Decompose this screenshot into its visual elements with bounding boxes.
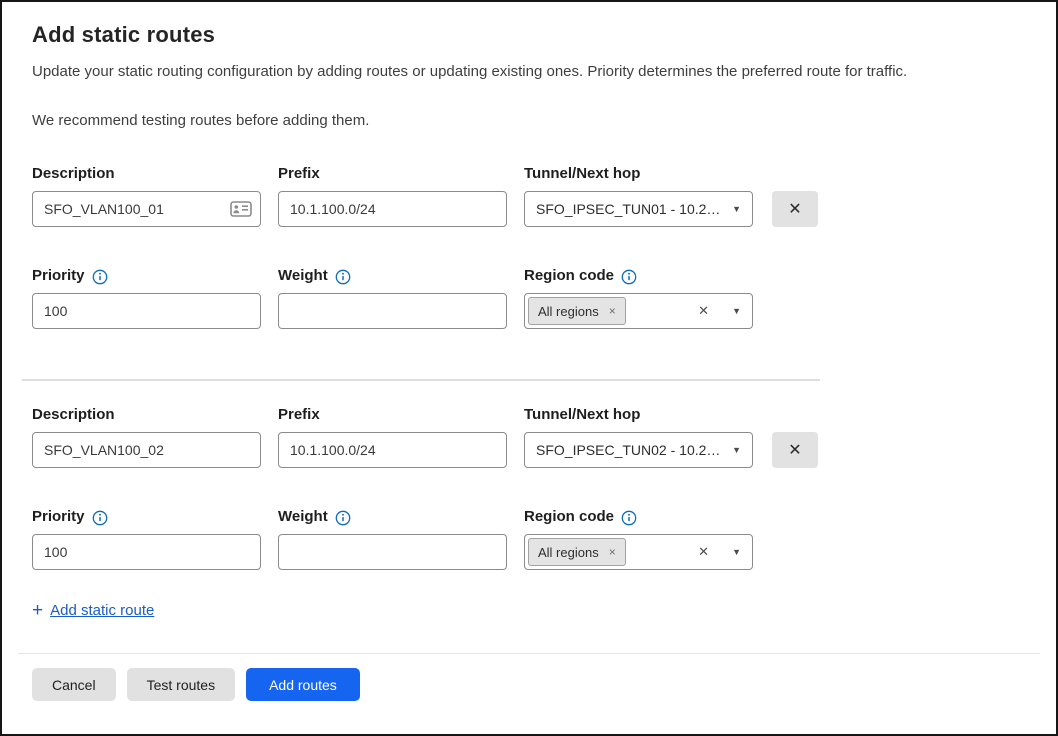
region-code-field: Region code All regions × ✕ ▼: [524, 267, 753, 329]
remove-route-button[interactable]: ✕: [772, 191, 818, 227]
remove-route-button[interactable]: ✕: [772, 432, 818, 468]
priority-field: Priority: [32, 267, 261, 329]
chip-remove-icon[interactable]: ×: [609, 304, 616, 318]
priority-input[interactable]: [32, 534, 261, 570]
region-code-label: Region code: [524, 267, 753, 285]
test-routes-button[interactable]: Test routes: [127, 668, 235, 701]
region-code-select[interactable]: All regions × ✕ ▼: [524, 293, 753, 329]
prefix-field: Prefix: [278, 165, 507, 227]
prefix-label: Prefix: [278, 406, 507, 424]
priority-label: Priority: [32, 267, 261, 285]
tunnel-select-value: SFO_IPSEC_TUN01 - 10.25...: [536, 201, 724, 217]
info-icon[interactable]: [621, 510, 637, 526]
region-chip-label: All regions: [538, 545, 599, 560]
tunnel-field: Tunnel/Next hop SFO_IPSEC_TUN02 - 10.25.…: [524, 406, 753, 468]
chevron-down-icon: ▼: [732, 306, 741, 316]
tunnel-select-value: SFO_IPSEC_TUN02 - 10.25...: [536, 442, 724, 458]
clear-selection-icon[interactable]: ✕: [698, 303, 709, 319]
region-code-field: Region code All regions × ✕ ▼: [524, 508, 753, 570]
info-icon[interactable]: [92, 510, 108, 526]
chevron-down-icon: ▼: [732, 547, 741, 557]
region-chip-label: All regions: [538, 304, 599, 319]
add-static-route-link[interactable]: Add static route: [50, 602, 154, 619]
chevron-down-icon: ▼: [732, 204, 741, 214]
prefix-input[interactable]: [278, 191, 507, 227]
priority-input[interactable]: [32, 293, 261, 329]
clear-selection-icon[interactable]: ✕: [698, 544, 709, 560]
tunnel-label: Tunnel/Next hop: [524, 406, 753, 424]
add-static-routes-dialog: Add static routes Update your static rou…: [2, 2, 1056, 620]
prefix-field: Prefix: [278, 406, 507, 468]
contact-card-icon: [230, 201, 252, 217]
region-code-label: Region code: [524, 508, 753, 526]
description-field: Description: [32, 406, 261, 468]
weight-input[interactable]: [278, 534, 507, 570]
description-input[interactable]: [32, 432, 261, 468]
region-chip: All regions ×: [528, 538, 626, 566]
prefix-label: Prefix: [278, 165, 507, 183]
add-static-route-row: + Add static route: [32, 601, 1026, 620]
weight-input[interactable]: [278, 293, 507, 329]
region-code-select[interactable]: All regions × ✕ ▼: [524, 534, 753, 570]
route-block-1: Description Prefix Tunnel/Next hop: [32, 165, 1026, 329]
prefix-input[interactable]: [278, 432, 507, 468]
chip-remove-icon[interactable]: ×: [609, 545, 616, 559]
chevron-down-icon: ▼: [732, 445, 741, 455]
info-icon[interactable]: [92, 269, 108, 285]
region-chip: All regions ×: [528, 297, 626, 325]
priority-label: Priority: [32, 508, 261, 526]
cancel-button[interactable]: Cancel: [32, 668, 116, 701]
description-label: Description: [32, 165, 261, 183]
info-icon[interactable]: [621, 269, 637, 285]
weight-label: Weight: [278, 508, 507, 526]
weight-label: Weight: [278, 267, 507, 285]
route-block-2: Description Prefix Tunnel/Next hop SFO_I…: [32, 406, 1026, 570]
tunnel-select[interactable]: SFO_IPSEC_TUN01 - 10.25... ▼: [524, 191, 753, 227]
weight-field: Weight: [278, 508, 507, 570]
priority-field: Priority: [32, 508, 261, 570]
description-field: Description: [32, 165, 261, 227]
info-icon[interactable]: [335, 510, 351, 526]
description-label: Description: [32, 406, 261, 424]
info-icon[interactable]: [335, 269, 351, 285]
add-routes-button[interactable]: Add routes: [246, 668, 360, 701]
weight-field: Weight: [278, 267, 507, 329]
tunnel-select[interactable]: SFO_IPSEC_TUN02 - 10.25... ▼: [524, 432, 753, 468]
page-title: Add static routes: [32, 22, 1026, 48]
footer-actions: Cancel Test routes Add routes: [2, 654, 1056, 701]
plus-icon: +: [32, 601, 43, 620]
intro-text: Update your static routing configuration…: [32, 63, 1026, 80]
note-text: We recommend testing routes before addin…: [32, 112, 1026, 129]
description-input[interactable]: [32, 191, 261, 227]
tunnel-label: Tunnel/Next hop: [524, 165, 753, 183]
route-divider: [22, 379, 820, 381]
tunnel-field: Tunnel/Next hop SFO_IPSEC_TUN01 - 10.25.…: [524, 165, 753, 227]
